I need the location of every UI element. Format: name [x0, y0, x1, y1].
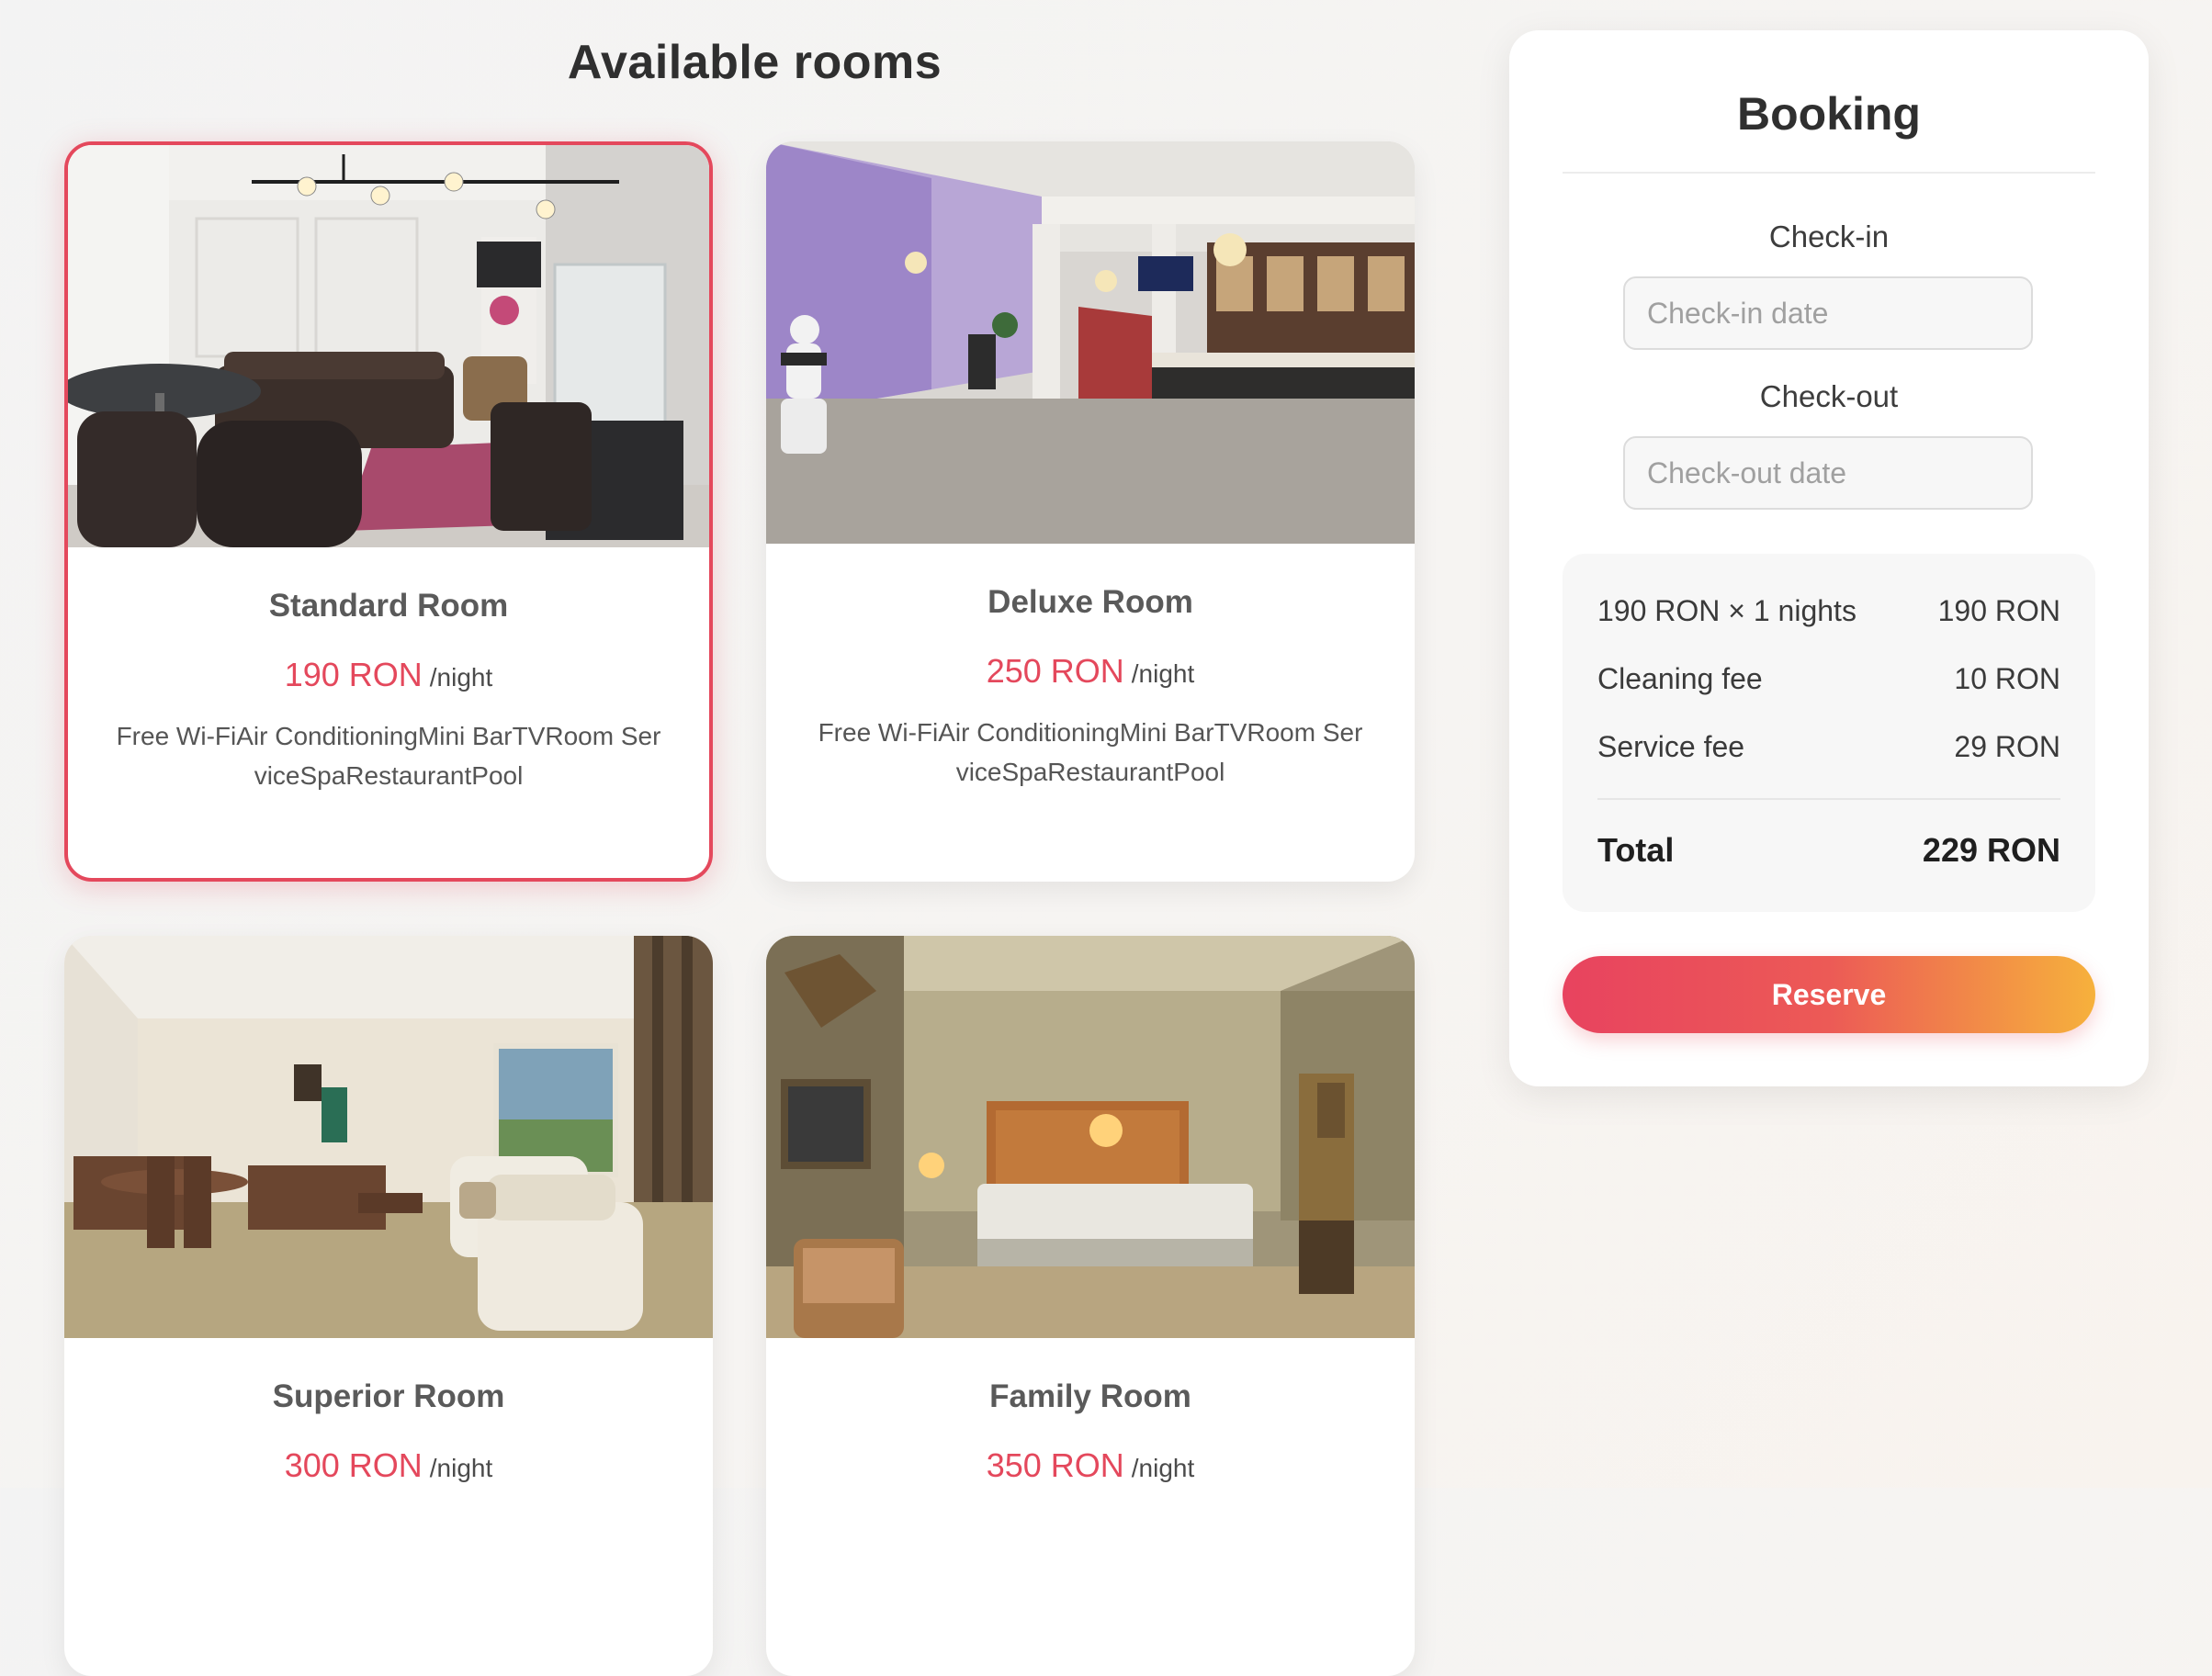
booking-panel: Booking Check-in Check-out 190 RON × 1 n… [1509, 30, 2149, 1086]
page-title: Available rooms [567, 36, 942, 89]
reserve-button[interactable]: Reserve [1563, 956, 2095, 1033]
room-name: Superior Room [272, 1378, 505, 1414]
room-name: Deluxe Room [988, 584, 1193, 620]
checkout-date-input[interactable] [1623, 436, 2033, 510]
checkin-date-input[interactable] [1623, 276, 2033, 350]
room-card-family[interactable]: Family Room 350 RON/night [766, 936, 1415, 1676]
checkout-label: Check-out [1759, 379, 1899, 413]
room-name: Family Room [989, 1378, 1191, 1414]
price-line: 350 RON/night [766, 1446, 1415, 1485]
per-night-label: /night [1131, 659, 1195, 688]
price-line: 190 RON/night [68, 656, 709, 694]
room-card-standard[interactable]: Standard Room 190 RON/night Free Wi-FiAi… [64, 141, 713, 882]
lounge-photo [68, 145, 709, 547]
bedroom-photo [766, 936, 1415, 1338]
room-name: Standard Room [268, 588, 509, 624]
service-fee-row: Service fee 29 RON [1597, 730, 2060, 764]
cleaning-fee-label: Cleaning fee [1597, 662, 1763, 695]
total-row: Total 229 RON [1597, 831, 2060, 870]
room-card-deluxe[interactable]: Deluxe Room 250 RON/night Free Wi-FiAir … [766, 141, 1415, 882]
room-price: 350 RON [986, 1446, 1124, 1484]
booking-divider [1563, 172, 2095, 174]
room-price: 250 RON [986, 652, 1124, 690]
room-price: 300 RON [284, 1446, 423, 1484]
per-night-label: /night [429, 1454, 493, 1482]
service-fee-amount: 29 RON [1954, 730, 2060, 763]
cleaning-fee-row: Cleaning fee 10 RON [1597, 662, 2060, 696]
per-night-label: /night [429, 663, 493, 692]
nights-amount: 190 RON [1937, 594, 2060, 627]
room-amenities: Free Wi-FiAir ConditioningMini BarTVRoom… [116, 722, 661, 790]
lobby-photo [766, 141, 1415, 544]
total-label: Total [1597, 831, 1675, 869]
cleaning-fee-amount: 10 RON [1954, 662, 2060, 695]
summary-divider [1597, 798, 2060, 800]
price-line: 250 RON/night [766, 652, 1415, 691]
price-summary: 190 RON × 1 nights 190 RON Cleaning fee … [1563, 554, 2095, 912]
nights-label: 190 RON × 1 nights [1597, 594, 1856, 627]
living-room-photo [64, 936, 713, 1338]
room-card-superior[interactable]: Superior Room 300 RON/night [64, 936, 713, 1676]
nights-row: 190 RON × 1 nights 190 RON [1597, 594, 2060, 628]
room-price: 190 RON [284, 656, 423, 693]
per-night-label: /night [1131, 1454, 1195, 1482]
room-amenities: Free Wi-FiAir ConditioningMini BarTVRoom… [818, 718, 1363, 786]
booking-title: Booking [1737, 88, 1921, 140]
total-amount: 229 RON [1922, 831, 2060, 869]
checkin-label: Check-in [1768, 219, 1890, 253]
price-line: 300 RON/night [64, 1446, 713, 1485]
service-fee-label: Service fee [1597, 730, 1745, 763]
